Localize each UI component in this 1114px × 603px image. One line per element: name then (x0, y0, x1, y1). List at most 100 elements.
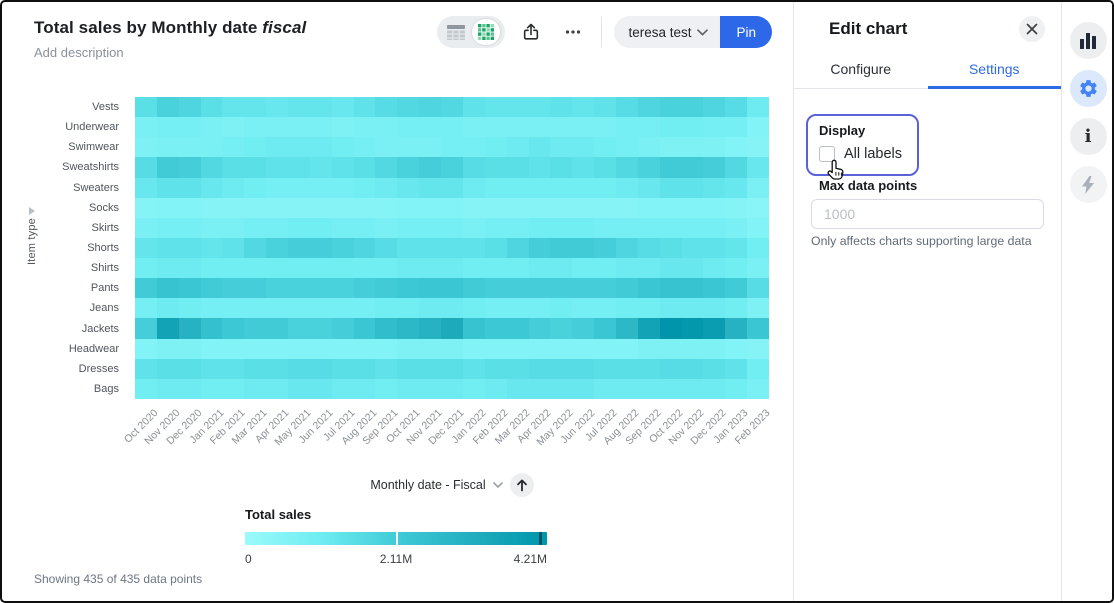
heatmap-cell[interactable] (310, 339, 332, 359)
heatmap-cell[interactable] (244, 218, 266, 238)
heatmap-cell[interactable] (332, 258, 354, 278)
heatmap-cell[interactable] (616, 379, 638, 399)
heatmap-cell[interactable] (332, 379, 354, 399)
heatmap-cell[interactable] (594, 97, 616, 117)
heatmap-cell[interactable] (310, 359, 332, 379)
heatmap-cell[interactable] (288, 359, 310, 379)
heatmap-cell[interactable] (419, 137, 441, 157)
chart-type-rail-button[interactable] (1070, 22, 1107, 59)
heatmap-cell[interactable] (725, 339, 747, 359)
export-button[interactable] (515, 16, 547, 48)
heatmap-cell[interactable] (747, 157, 769, 177)
heatmap-cell[interactable] (288, 157, 310, 177)
heatmap-cell[interactable] (157, 318, 179, 338)
heatmap-cell[interactable] (201, 359, 223, 379)
heatmap-cell[interactable] (682, 359, 704, 379)
heatmap-cell[interactable] (332, 218, 354, 238)
heatmap-cell[interactable] (266, 157, 288, 177)
heatmap-cell[interactable] (463, 97, 485, 117)
heatmap-cell[interactable] (419, 318, 441, 338)
heatmap-cell[interactable] (682, 137, 704, 157)
heatmap-cell[interactable] (747, 117, 769, 137)
heatmap-cell[interactable] (572, 198, 594, 218)
heatmap-cell[interactable] (485, 137, 507, 157)
heatmap-cell[interactable] (463, 258, 485, 278)
heatmap-cell[interactable] (660, 178, 682, 198)
heatmap-cell[interactable] (529, 278, 551, 298)
heatmap-cell[interactable] (135, 178, 157, 198)
heatmap-cell[interactable] (660, 97, 682, 117)
heatmap-cell[interactable] (179, 359, 201, 379)
heatmap-cell[interactable] (288, 178, 310, 198)
heatmap-cell[interactable] (354, 97, 376, 117)
heatmap-cell[interactable] (441, 379, 463, 399)
heatmap-cell[interactable] (419, 298, 441, 318)
heatmap-cell[interactable] (594, 117, 616, 137)
heatmap-cell[interactable] (550, 178, 572, 198)
heatmap-cell[interactable] (157, 198, 179, 218)
heatmap-cell[interactable] (703, 359, 725, 379)
heatmap-cell[interactable] (682, 278, 704, 298)
heatmap-cell[interactable] (682, 178, 704, 198)
legend-gradient-bar[interactable] (245, 532, 547, 545)
heatmap-cell[interactable] (179, 339, 201, 359)
heatmap-cell[interactable] (201, 117, 223, 137)
heatmap-cell[interactable] (747, 137, 769, 157)
heatmap-cell[interactable] (179, 298, 201, 318)
heatmap-cell[interactable] (397, 379, 419, 399)
heatmap-cell[interactable] (703, 379, 725, 399)
heatmap-cell[interactable] (682, 258, 704, 278)
heatmap-cell[interactable] (419, 157, 441, 177)
heatmap-cell[interactable] (222, 97, 244, 117)
heatmap-cell[interactable] (638, 178, 660, 198)
heatmap-cell[interactable] (135, 339, 157, 359)
heatmap-cell[interactable] (485, 258, 507, 278)
heatmap-cell[interactable] (616, 278, 638, 298)
heatmap-cell[interactable] (397, 137, 419, 157)
heatmap-cell[interactable] (616, 178, 638, 198)
heatmap-cell[interactable] (354, 178, 376, 198)
heatmap-cell[interactable] (703, 178, 725, 198)
heatmap-cell[interactable] (507, 178, 529, 198)
heatmap-cell[interactable] (310, 97, 332, 117)
heatmap-cell[interactable] (266, 359, 288, 379)
heatmap-cell[interactable] (682, 97, 704, 117)
heatmap-cell[interactable] (419, 379, 441, 399)
heatmap-cell[interactable] (682, 339, 704, 359)
heatmap-cell[interactable] (507, 359, 529, 379)
heatmap-cell[interactable] (222, 258, 244, 278)
heatmap-cell[interactable] (266, 198, 288, 218)
heatmap-cell[interactable] (638, 379, 660, 399)
heatmap-cell[interactable] (594, 198, 616, 218)
heatmap-cell[interactable] (441, 137, 463, 157)
heatmap-cell[interactable] (201, 298, 223, 318)
heatmap-cell[interactable] (616, 359, 638, 379)
move-axis-up-button[interactable] (510, 473, 534, 497)
heatmap-cell[interactable] (550, 339, 572, 359)
heatmap-cell[interactable] (616, 238, 638, 258)
heatmap-cell[interactable] (660, 359, 682, 379)
heatmap-cell[interactable] (397, 218, 419, 238)
heatmap-cell[interactable] (550, 359, 572, 379)
heatmap-cell[interactable] (179, 238, 201, 258)
heatmap-cell[interactable] (703, 238, 725, 258)
heatmap-cell[interactable] (419, 258, 441, 278)
heatmap-cell[interactable] (594, 178, 616, 198)
heatmap-cell[interactable] (703, 157, 725, 177)
pin-button[interactable]: Pin (720, 16, 772, 48)
heatmap-cell[interactable] (135, 278, 157, 298)
heatmap-cell[interactable] (397, 359, 419, 379)
heatmap-cell[interactable] (682, 198, 704, 218)
heatmap-cell[interactable] (244, 178, 266, 198)
heatmap-cell[interactable] (747, 218, 769, 238)
heatmap-cell[interactable] (463, 359, 485, 379)
heatmap-cell[interactable] (310, 298, 332, 318)
heatmap-cell[interactable] (419, 97, 441, 117)
heatmap-cell[interactable] (310, 137, 332, 157)
heatmap-cell[interactable] (201, 238, 223, 258)
heatmap-cell[interactable] (725, 218, 747, 238)
heatmap-cell[interactable] (529, 258, 551, 278)
info-rail-button[interactable]: i (1070, 118, 1107, 155)
heatmap-cell[interactable] (332, 137, 354, 157)
heatmap-cell[interactable] (703, 218, 725, 238)
